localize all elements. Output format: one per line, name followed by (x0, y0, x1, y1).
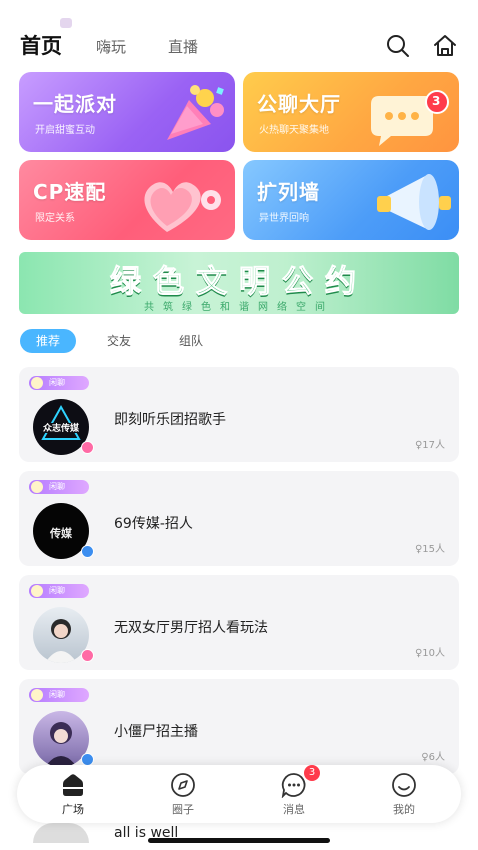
female-icon (81, 441, 94, 454)
room-count: ♀10人 (415, 644, 445, 659)
tab-live[interactable]: 直播 (168, 36, 198, 57)
banner-subtitle: 共筑绿色和谐网络空间 (144, 302, 334, 313)
card-subtitle: 异世界回响 (259, 213, 309, 224)
room-count-value: 10人 (422, 648, 445, 659)
tab-label: 消息 (283, 803, 305, 816)
card-title: 一起派对 (33, 92, 117, 116)
tab-circle[interactable]: 圈子 (153, 771, 213, 819)
smile-face-icon (392, 773, 416, 797)
banner-title: 绿色文明公约 (110, 264, 368, 301)
room-tag-label: 闲聊 (49, 378, 65, 387)
megaphone-icon (377, 174, 451, 230)
card-subtitle: 限定关系 (35, 213, 75, 224)
room-name: 无双女厅男厅招人看玩法 (114, 620, 268, 636)
room-count-value: 17人 (422, 440, 445, 451)
avatar-text: 众志传媒 (43, 422, 80, 434)
card-title: 扩列墙 (257, 180, 320, 204)
room-name: 小僵尸招主播 (114, 724, 198, 740)
room-item[interactable]: 闲聊 无双女厅男厅招人看玩法 ♀10人 (19, 575, 459, 670)
civility-banner[interactable]: 绿色文明公约 共筑绿色和谐网络空间 (19, 252, 459, 314)
heart-icon (144, 182, 221, 232)
home-filled-icon (63, 774, 83, 796)
cp-match-card[interactable]: CP速配 限定关系 (19, 160, 235, 240)
tab-messages[interactable]: 3 消息 (264, 765, 324, 819)
tab-home[interactable]: 首页 (20, 30, 62, 60)
room-tag-label: 闲聊 (49, 586, 65, 595)
chat-tag-icon (31, 377, 43, 389)
room-tag: 闲聊 (29, 376, 89, 390)
card-title: CP速配 (33, 180, 107, 204)
chat-tag-icon (31, 585, 43, 597)
top-header: 首页 嗨玩 直播 (0, 18, 478, 64)
female-icon (81, 649, 94, 662)
chat-icon (281, 773, 306, 798)
chat-tag-icon (31, 689, 43, 701)
room-tag-label: 闲聊 (49, 482, 65, 491)
filter-friends[interactable]: 交友 (107, 329, 131, 353)
room-item[interactable]: 闲聊 众志传媒 即刻听乐团招歌手 ♀17人 (19, 367, 459, 462)
room-count: ♀6人 (421, 748, 445, 763)
room-count-value: 15人 (422, 544, 445, 555)
tab-profile[interactable]: 我的 (374, 771, 434, 819)
compass-icon (171, 773, 195, 797)
card-badge: 3 (432, 94, 441, 108)
filter-recommend[interactable]: 推荐 (20, 329, 76, 353)
tab-label: 广场 (62, 803, 84, 816)
tab-label: 圈子 (172, 803, 194, 816)
room-tag: 闲聊 (29, 688, 89, 702)
tab-label: 我的 (393, 803, 415, 816)
room-count-value: 6人 (428, 752, 445, 763)
avatar-text: 传媒 (49, 526, 73, 540)
chat-bubble-icon (371, 90, 449, 146)
party-popper-icon (167, 85, 224, 140)
room-count: ♀17人 (415, 436, 445, 451)
avatar (33, 823, 89, 843)
friend-wall-card[interactable]: 扩列墙 异世界回响 (243, 160, 459, 240)
chat-tag-icon (31, 481, 43, 493)
card-subtitle: 开启甜蜜互动 (35, 125, 95, 136)
room-count: ♀15人 (415, 540, 445, 555)
male-icon (81, 545, 94, 558)
room-item[interactable]: 闲聊 传媒 69传媒-招人 ♀15人 (19, 471, 459, 566)
search-icon[interactable] (384, 32, 412, 60)
room-name: 即刻听乐团招歌手 (114, 412, 226, 428)
home-indicator[interactable] (148, 838, 330, 843)
tab-play[interactable]: 嗨玩 (96, 36, 126, 57)
home-icon[interactable] (431, 32, 459, 60)
room-tag-label: 闲聊 (49, 690, 65, 699)
filter-team[interactable]: 组队 (179, 329, 203, 353)
room-tag: 闲聊 (29, 584, 89, 598)
bottom-tab-bar: 广场 圈子 3 消息 我的 (17, 765, 461, 823)
room-name: 69传媒-招人 (114, 516, 193, 532)
tab-square[interactable]: 广场 (43, 771, 103, 819)
unread-badge: 3 (304, 765, 320, 781)
person-icon: ♀ (421, 752, 429, 763)
card-subtitle: 火热聊天聚集地 (259, 125, 329, 136)
party-card[interactable]: 一起派对 开启甜蜜互动 (19, 72, 235, 152)
tab-indicator-icon (60, 18, 72, 28)
public-chat-card[interactable]: 公聊大厅 火热聊天聚集地 3 (243, 72, 459, 152)
room-tag: 闲聊 (29, 480, 89, 494)
room-item[interactable]: 闲聊 小僵尸招主播 ♀6人 (19, 679, 459, 774)
card-title: 公聊大厅 (257, 92, 341, 116)
